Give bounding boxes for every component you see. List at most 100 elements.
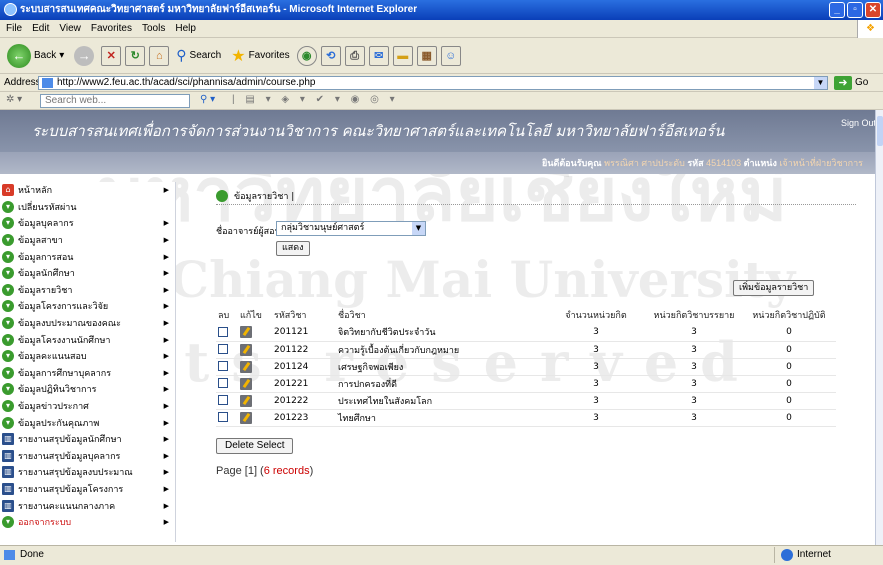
refresh-icon[interactable]: ↻ xyxy=(125,45,146,66)
edit-icon[interactable] xyxy=(240,343,252,356)
course-credits: 3 xyxy=(546,375,646,393)
edit-icon[interactable] xyxy=(240,411,252,424)
history-icon[interactable]: ⟲ xyxy=(320,45,341,66)
sidebar-item-quality[interactable]: ▾ ข้อมูลประกันคุณภาพ ▶ xyxy=(0,414,175,431)
table-header-row: ลบ แก้ไข รหัสวิชา ชื่อวิชา จำนวนหน่วยกิต… xyxy=(216,306,836,324)
sidebar-item-calendar[interactable]: ▾ ข้อมูลปฏิทินวิชาการ ▶ xyxy=(0,381,175,398)
media-icon[interactable]: ◉ xyxy=(296,45,317,66)
sidebar-item-news[interactable]: ▾ ข้อมูลข่าวประกาศ ▶ xyxy=(0,398,175,415)
sign-out-link[interactable]: Sign Out xyxy=(841,118,875,129)
course-name: เศรษฐกิจพอเพียง xyxy=(336,358,546,376)
chevron-right-icon: ▶ xyxy=(163,368,169,377)
menu-favorites[interactable]: Favorites xyxy=(91,20,132,37)
search-go-icon[interactable]: ⚲ ▾ xyxy=(200,94,215,105)
welcome-bar: ยินดีต้อนรับคุณ พรรณิศา ศาปประดับ รหัส 4… xyxy=(0,152,875,174)
row-checkbox[interactable] xyxy=(218,344,228,355)
stop-icon[interactable]: ✕ xyxy=(101,45,122,66)
maximize-button[interactable]: ▫ xyxy=(847,2,863,18)
sidebar-item-research[interactable]: ▾ ข้อมูลโครงการและวิจัย ▶ xyxy=(0,298,175,315)
sidebar-item-exam-scores[interactable]: ▾ ข้อมูลคะแนนสอบ ▶ xyxy=(0,348,175,365)
sidebar-item-report-students[interactable]: ▥ รายงานสรุปข้อมูลนักศึกษา ▶ xyxy=(0,431,175,448)
search-button[interactable]: ⚲ Search xyxy=(173,45,224,66)
sidebar-item-personnel-education[interactable]: ▾ ข้อมูลการศึกษาบุคลากร ▶ xyxy=(0,365,175,382)
bullet-arrow-icon: ▾ xyxy=(2,383,14,396)
close-button[interactable]: ✕ xyxy=(865,2,881,18)
row-checkbox[interactable] xyxy=(218,395,228,406)
address-label: Address xyxy=(4,77,41,88)
back-button[interactable]: ← Back ▾ xyxy=(4,42,67,70)
sidebar-item-home[interactable]: ⌂ หน้าหลัก ▶ xyxy=(0,182,175,199)
forward-button[interactable]: → xyxy=(71,44,97,68)
teacher-select[interactable]: กลุ่มวิชามนุษย์ศาสตร์ ▼ xyxy=(276,221,426,236)
row-checkbox[interactable] xyxy=(218,412,228,423)
course-name: ความรู้เบื้องต้นเกี่ยวกับกฎหมาย xyxy=(336,341,546,359)
sidebar-item-report-projects[interactable]: ▥ รายงานสรุปข้อมูลโครงการ ▶ xyxy=(0,481,175,498)
folder-icon[interactable]: ▬ xyxy=(392,45,413,66)
delete-selected-button[interactable]: Delete Select xyxy=(216,438,294,454)
toolbar-extra-icons[interactable]: | ▤ ▾ ◈ ▾ ✔ ▾ ◉ ◎ ▾ xyxy=(232,94,399,105)
sidebar-item-personnel[interactable]: ▾ ข้อมูลบุคลากร ▶ xyxy=(0,215,175,232)
menu-view[interactable]: View xyxy=(59,20,81,37)
sidebar-item-report-personnel[interactable]: ▥ รายงานสรุปข้อมูลบุคลากร ▶ xyxy=(0,448,175,465)
minimize-button[interactable]: _ xyxy=(829,2,845,18)
home-icon[interactable]: ⌂ xyxy=(149,45,170,66)
mail-icon[interactable]: ✉ xyxy=(368,45,389,66)
col-lecture: หน่วยกิตวิชาบรรยาย xyxy=(653,311,735,321)
edit-icon[interactable] xyxy=(240,326,252,339)
add-course-button[interactable]: เพิ่มข้อมูลรายวิชา xyxy=(733,280,815,296)
row-checkbox[interactable] xyxy=(218,378,228,389)
show-button[interactable]: แสดง xyxy=(276,241,310,256)
edit-icon[interactable] xyxy=(240,360,252,373)
bullet-arrow-icon: ▾ xyxy=(2,400,14,413)
sidebar-item-students[interactable]: ▾ ข้อมูลนักศึกษา ▶ xyxy=(0,265,175,282)
scrollbar-thumb[interactable] xyxy=(877,116,883,146)
course-code: 201223 xyxy=(272,409,336,427)
sidebar-item-budget[interactable]: ▾ ข้อมูลงบประมาณของคณะ ▶ xyxy=(0,315,175,332)
sidebar-item-teaching[interactable]: ▾ ข้อมูลการสอน ▶ xyxy=(0,248,175,265)
address-input[interactable]: http://www2.feu.ac.th/acad/sci/phannisa/… xyxy=(38,76,828,90)
edit-icon[interactable] xyxy=(240,377,252,390)
search-web-input[interactable]: Search web... xyxy=(40,94,190,108)
sidebar-item-student-projects[interactable]: ▾ ข้อมูลโครงงานนักศึกษา ▶ xyxy=(0,331,175,348)
sidebar-item-report-midterm[interactable]: ▥ รายงานคะแนนกลางภาค ▶ xyxy=(0,497,175,514)
chevron-down-icon[interactable]: ▼ xyxy=(412,222,425,235)
sidebar-item-logout[interactable]: ▾ ออกจากระบบ ▶ xyxy=(0,514,175,531)
course-practice-credits: 0 xyxy=(742,358,836,376)
favorites-button[interactable]: ★ Favorites xyxy=(228,44,292,68)
course-code: 201124 xyxy=(272,358,336,376)
col-delete: ลบ xyxy=(218,311,230,321)
menu-help[interactable]: Help xyxy=(175,20,196,37)
menu-edit[interactable]: Edit xyxy=(32,20,49,37)
chevron-right-icon: ▶ xyxy=(163,385,169,394)
go-button[interactable]: ➜ Go xyxy=(834,75,880,91)
chevron-right-icon: ▶ xyxy=(163,352,169,361)
sidebar-item-label: ข้อมูลการศึกษาบุคลากร xyxy=(18,368,112,379)
row-checkbox[interactable] xyxy=(218,361,228,372)
menu-file[interactable]: File xyxy=(6,20,22,37)
back-dropdown-icon[interactable]: ▾ xyxy=(59,50,64,61)
print-icon[interactable]: ⎙ xyxy=(344,45,365,66)
col-edit: แก้ไข xyxy=(240,311,262,321)
edit-icon[interactable] xyxy=(240,394,252,407)
table-row: 201122 ความรู้เบื้องต้นเกี่ยวกับกฎหมาย 3… xyxy=(216,341,836,359)
address-dropdown-icon[interactable]: ▼ xyxy=(814,77,827,89)
sidebar-item-courses[interactable]: ▾ ข้อมูลรายวิชา ▶ xyxy=(0,282,175,299)
pager-mid: ] ( xyxy=(253,465,264,477)
messenger-icon[interactable]: ☺ xyxy=(440,45,461,66)
table-row: 201222 ประเทศไทยในสังคมโลก 3 3 0 xyxy=(216,392,836,410)
bullet-arrow-icon: ▾ xyxy=(2,234,14,247)
sidebar-item-branch[interactable]: ▾ ข้อมูลสาขา ▶ xyxy=(0,232,175,249)
page-scrollbar[interactable] xyxy=(875,110,883,545)
research-icon[interactable]: ▦ xyxy=(416,45,437,66)
chevron-right-icon: ▶ xyxy=(163,501,169,510)
course-practice-credits: 0 xyxy=(742,341,836,359)
col-code: รหัสวิชา xyxy=(274,311,307,321)
teacher-select-value: กลุ่มวิชามนุษย์ศาสตร์ xyxy=(281,223,365,233)
row-checkbox[interactable] xyxy=(218,327,228,337)
pagination: Page [1] (6 records) xyxy=(216,465,313,477)
course-name: จิตวิทยากับชีวิตประจำวัน xyxy=(336,324,546,342)
sidebar-item-report-budget[interactable]: ▥ รายงานสรุปข้อมูลงบประมาณ ▶ xyxy=(0,464,175,481)
menu-tools[interactable]: Tools xyxy=(142,20,165,37)
sidebar-item-change-password[interactable]: ▾ เปลี่ยนรหัสผ่าน xyxy=(0,199,175,216)
status-bar: Done Internet xyxy=(0,545,883,565)
